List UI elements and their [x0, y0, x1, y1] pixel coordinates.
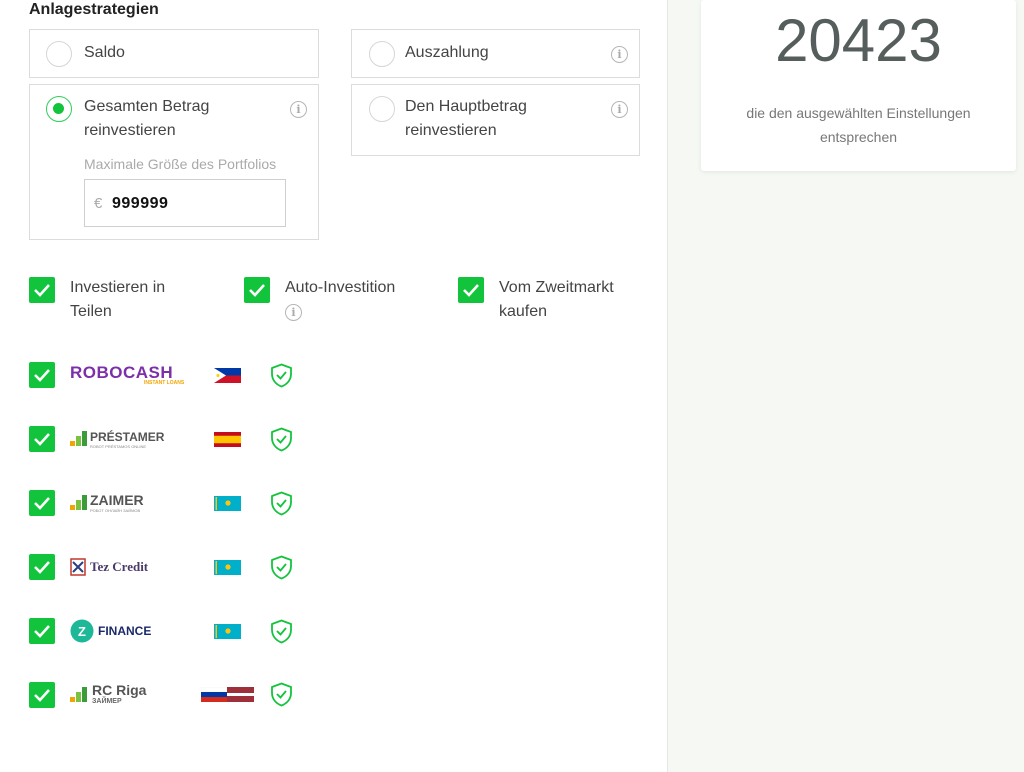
info-icon[interactable]: i — [611, 101, 628, 118]
kazakhstan-flag-icon — [214, 560, 241, 575]
lender-checkbox-zaimer[interactable] — [29, 490, 55, 516]
hauptbetrag-radio[interactable] — [369, 96, 395, 122]
zaimer-name: ZAIMER — [90, 492, 144, 508]
rc-riga-logo: RC Riga ЗАЙМЕР — [70, 681, 190, 707]
strategy-option-hauptbetrag[interactable]: Den Hauptbetrag reinvestieren i — [351, 84, 640, 156]
invest-in-parts-label: Investieren in Teilen — [70, 279, 166, 320]
shield-check-icon — [270, 682, 293, 712]
auszahlung-radio[interactable] — [369, 41, 395, 67]
svg-text:Z: Z — [78, 624, 86, 639]
spain-flag-icon — [214, 432, 241, 447]
result-count-card: 20423 die den ausgewählten Einstellungen… — [701, 0, 1016, 171]
prestamer-logo: PRÉSTAMER ROBOT PRÉSTAMOS ONLINE — [70, 426, 190, 452]
zfinance-logo: Z FINANCE — [70, 618, 190, 644]
shield-check-icon — [270, 363, 293, 393]
strategy-option-saldo[interactable]: Saldo — [29, 29, 319, 78]
info-icon[interactable]: i — [290, 101, 307, 118]
gesamt-label: Gesamten Betrag reinvestieren — [84, 98, 210, 139]
robocash-tagline: INSTANT LOANS — [144, 380, 185, 386]
auto-invest-label: Auto-Investition — [285, 279, 396, 296]
secondary-market-label: Vom Zweitmarkt kaufen — [499, 279, 614, 320]
shield-check-icon — [270, 491, 293, 521]
portfolio-size-value[interactable]: 999999 — [112, 195, 168, 213]
info-icon[interactable]: i — [611, 46, 628, 63]
matching-loans-count: 20423 — [775, 7, 942, 74]
matching-loans-description: die den ausgewählten Einstellungen entsp… — [746, 105, 971, 145]
section-title: Anlagestrategien — [29, 1, 159, 18]
saldo-radio[interactable] — [46, 41, 72, 67]
strategy-option-auszahlung[interactable]: Auszahlung i — [351, 29, 640, 78]
hauptbetrag-label: Den Hauptbetrag reinvestieren — [405, 98, 527, 139]
strategy-option-gesamt[interactable]: Gesamten Betrag reinvestieren i Maximale… — [29, 84, 319, 240]
lender-checkbox-rc-riga[interactable] — [29, 682, 55, 708]
invest-in-parts-checkbox[interactable] — [29, 277, 55, 303]
shield-check-icon — [270, 427, 293, 457]
zaimer-tagline: РОБОТ ОНЛАЙН ЗАЙМОВ — [90, 508, 141, 513]
tez-credit-name: Tez Credit — [90, 559, 149, 574]
tez-credit-logo: Tez Credit — [70, 554, 190, 580]
prestamer-tagline: ROBOT PRÉSTAMOS ONLINE — [90, 444, 147, 449]
saldo-label: Saldo — [84, 44, 125, 61]
lender-checkbox-zfinance[interactable] — [29, 618, 55, 644]
rc-riga-name: RC Riga — [92, 682, 147, 698]
lender-checkbox-tez-credit[interactable] — [29, 554, 55, 580]
zaimer-logo: ZAIMER РОБОТ ОНЛАЙН ЗАЙМОВ — [70, 490, 190, 516]
prestamer-name: PRÉSTAMER — [90, 430, 165, 444]
lender-checkbox-robocash[interactable] — [29, 362, 55, 388]
portfolio-size-input[interactable]: € 999999 — [84, 179, 286, 227]
gesamt-radio[interactable] — [46, 96, 72, 122]
auto-invest-checkbox[interactable] — [244, 277, 270, 303]
zfinance-name: FINANCE — [98, 624, 152, 638]
strategy-panel: Anlagestrategien Saldo Auszahlung i Gesa… — [0, 0, 668, 772]
lender-checkbox-prestamer[interactable] — [29, 426, 55, 452]
kazakhstan-flag-icon — [214, 624, 241, 639]
latvia-flag-icon — [227, 687, 254, 702]
kazakhstan-flag-icon — [214, 496, 241, 511]
info-icon[interactable]: i — [285, 304, 302, 321]
shield-check-icon — [270, 555, 293, 585]
robocash-logo: ROBOCASH INSTANT LOANS — [70, 362, 190, 388]
euro-currency-icon: € — [94, 195, 103, 212]
shield-check-icon — [270, 619, 293, 649]
rc-riga-tagline: ЗАЙМЕР — [92, 698, 122, 705]
portfolio-size-label: Maximale Größe des Portfolios — [84, 156, 277, 172]
auszahlung-label: Auszahlung — [405, 44, 489, 61]
russia-flag-icon — [201, 687, 228, 702]
secondary-market-checkbox[interactable] — [458, 277, 484, 303]
philippines-flag-icon — [214, 368, 241, 383]
